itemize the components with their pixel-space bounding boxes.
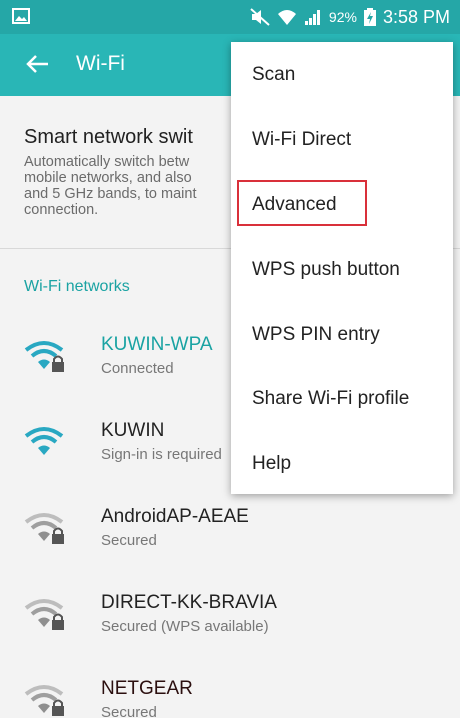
wifi-settings-screen: 92% 3:58 PM Wi-Fi Smart network swit Aut… — [0, 0, 460, 718]
network-name: KUWIN — [101, 420, 165, 441]
back-arrow-icon[interactable] — [24, 50, 52, 78]
wifi-networks-header: Wi-Fi networks — [24, 278, 130, 295]
menu-item-wps-pin-entry[interactable]: WPS PIN entry — [231, 302, 453, 366]
wifi-locked-weak-icon — [24, 599, 64, 630]
wifi-locked-weak-icon — [24, 685, 64, 716]
network-status: Secured (WPS available) — [101, 618, 269, 635]
network-name: NETGEAR — [101, 678, 193, 699]
status-icons: 92% 3:58 PM — [250, 6, 450, 28]
wifi-locked-weak-icon — [24, 513, 64, 544]
signal-strength-icon — [304, 10, 320, 25]
network-row-androidap-aeae[interactable]: AndroidAP-AEAE Secured — [0, 496, 460, 576]
menu-item-scan[interactable]: Scan — [231, 42, 453, 106]
network-name: DIRECT-KK-BRAVIA — [101, 592, 277, 613]
mute-icon — [250, 8, 270, 26]
network-status: Connected — [101, 360, 174, 377]
advanced-highlight-box — [237, 180, 367, 226]
network-name: AndroidAP-AEAE — [101, 506, 249, 527]
status-time: 3:58 PM — [382, 6, 450, 27]
network-row-netgear[interactable]: NETGEAR Secured — [0, 668, 460, 718]
wifi-locked-full-icon — [24, 341, 64, 372]
network-status: Sign-in is required — [101, 446, 222, 463]
network-name: KUWIN-WPA — [101, 334, 213, 355]
network-row-direct-kk-bravia[interactable]: DIRECT-KK-BRAVIA Secured (WPS available) — [0, 582, 460, 662]
network-status: Secured — [101, 704, 157, 718]
menu-item-help[interactable]: Help — [231, 431, 453, 495]
gallery-notification-icon — [12, 8, 30, 24]
battery-percent: 92% — [328, 9, 357, 25]
menu-item-wifi-direct[interactable]: Wi-Fi Direct — [231, 107, 453, 171]
wifi-full-icon — [24, 427, 64, 455]
menu-item-wps-push-button[interactable]: WPS push button — [231, 237, 453, 301]
network-status: Secured — [101, 532, 157, 549]
overflow-menu: Scan Wi-Fi Direct Advanced WPS push butt… — [231, 42, 453, 494]
menu-item-share-wifi-profile[interactable]: Share Wi-Fi profile — [231, 366, 453, 430]
status-bar: 92% 3:58 PM — [0, 0, 460, 34]
battery-charging-icon — [363, 8, 376, 26]
wifi-status-icon — [277, 10, 296, 25]
smart-network-switch-title[interactable]: Smart network swit — [24, 126, 193, 149]
page-title: Wi-Fi — [76, 52, 125, 75]
